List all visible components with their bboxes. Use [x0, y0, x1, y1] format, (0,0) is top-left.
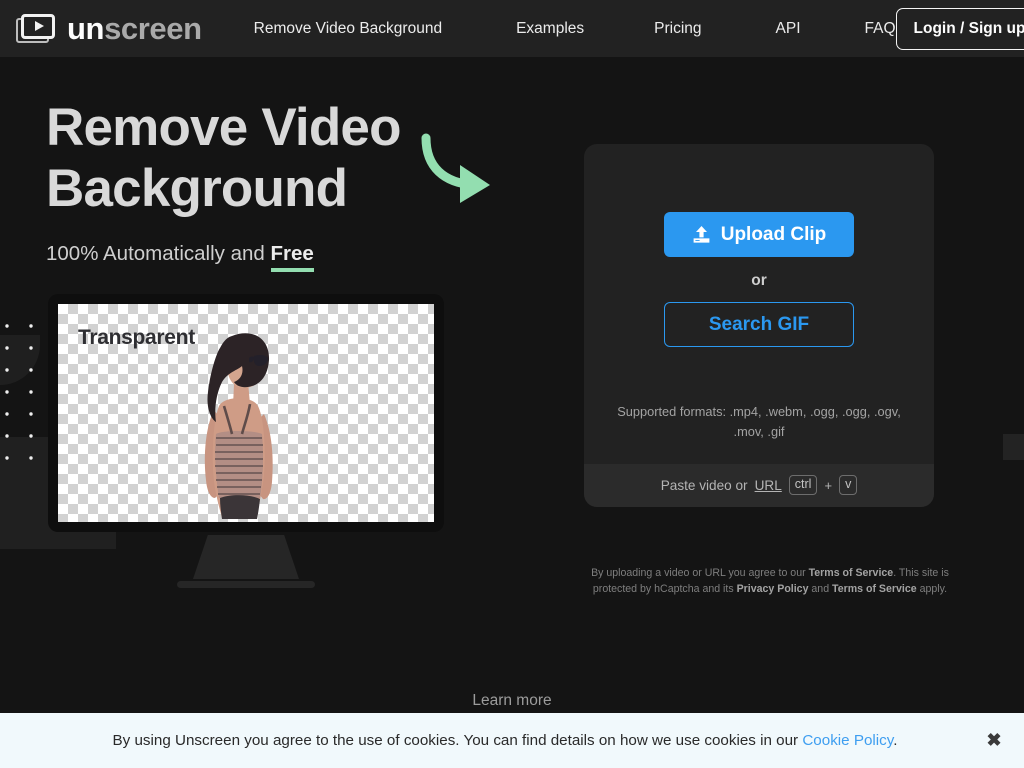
legal-part-4: apply. [916, 583, 948, 596]
logo-text-screen: screen [104, 11, 202, 46]
logo-wordmark: unscreen [67, 13, 202, 44]
transparent-checkerboard-canvas: Transparent [58, 304, 434, 522]
kbd-plus-symbol: + [824, 477, 833, 493]
legal-part-3: and [808, 583, 833, 596]
video-play-frame-icon [16, 13, 58, 45]
nav-api[interactable]: API [776, 14, 801, 44]
transparent-label: Transparent [78, 326, 195, 349]
upload-arrow-icon [693, 226, 710, 243]
paste-url-bar: Paste video or URL ctrl + v [584, 463, 934, 507]
monitor-stand-neck [193, 535, 299, 579]
hero-subtitle-prefix: 100% Automatically and [46, 241, 271, 265]
site-header: unscreen Remove Video Background Example… [0, 0, 1024, 57]
cookie-consent-banner: By using Unscreen you agree to the use o… [0, 713, 1024, 768]
page-title: Remove Video Background [46, 98, 401, 218]
paste-url-link[interactable]: URL [755, 478, 782, 493]
kbd-ctrl: ctrl [788, 474, 818, 496]
curved-arrow-icon [421, 133, 490, 203]
paste-prefix-label: Paste video or [660, 477, 748, 493]
main-nav: Remove Video Background Examples Pricing… [254, 14, 896, 44]
person-cutout-figure [204, 333, 273, 519]
nav-remove-video-background[interactable]: Remove Video Background [254, 14, 442, 44]
legal-disclaimer: By uploading a video or URL you agree to… [584, 565, 956, 598]
cookie-message-after: . [893, 732, 898, 749]
supported-formats-text: Supported formats: .mp4, .webm, .ogg, .o… [617, 404, 901, 439]
login-signup-button[interactable]: Login / Sign up [895, 7, 1024, 50]
upload-clip-button[interactable]: Upload Clip [664, 212, 854, 257]
or-divider-label: or [751, 272, 767, 289]
upload-clip-label: Upload Clip [720, 223, 827, 245]
upload-card: Upload Clip or Search GIF Supported form… [584, 144, 934, 507]
nav-faq[interactable]: FAQ [865, 14, 896, 44]
terms-of-service-link-1[interactable]: Terms of Service [809, 567, 894, 579]
search-gif-button[interactable]: Search GIF [664, 302, 854, 347]
nav-pricing[interactable]: Pricing [654, 14, 701, 44]
monitor-stand-base [177, 581, 315, 588]
close-icon[interactable]: ✖ [964, 730, 1024, 751]
nav-examples[interactable]: Examples [516, 14, 584, 44]
hero-subtitle-free: Free [270, 241, 314, 272]
kbd-v: v [839, 474, 858, 496]
cookie-message-before: By using Unscreen you agree to the use o… [112, 732, 803, 749]
monitor-preview: Transparent [48, 294, 444, 588]
monitor-screen: Transparent [48, 294, 444, 532]
legal-part-1: By uploading a video or URL you agree to… [591, 567, 809, 579]
hero-subtitle: 100% Automatically and Free [46, 241, 516, 272]
decorative-dot-grid [5, 324, 33, 460]
cookie-policy-link[interactable]: Cookie Policy [802, 732, 893, 749]
decorative-right-edge-shape [1003, 434, 1024, 460]
cookie-banner-text: By using Unscreen you agree to the use o… [0, 732, 964, 749]
logo-text-un: un [67, 11, 105, 46]
upload-card-body: Upload Clip or Search GIF Supported form… [584, 144, 934, 464]
terms-of-service-link-2[interactable]: Terms of Service [832, 583, 917, 595]
learn-more-link[interactable]: Learn more [0, 692, 1024, 710]
privacy-policy-link[interactable]: Privacy Policy [737, 583, 809, 595]
logo[interactable]: unscreen [16, 13, 202, 45]
